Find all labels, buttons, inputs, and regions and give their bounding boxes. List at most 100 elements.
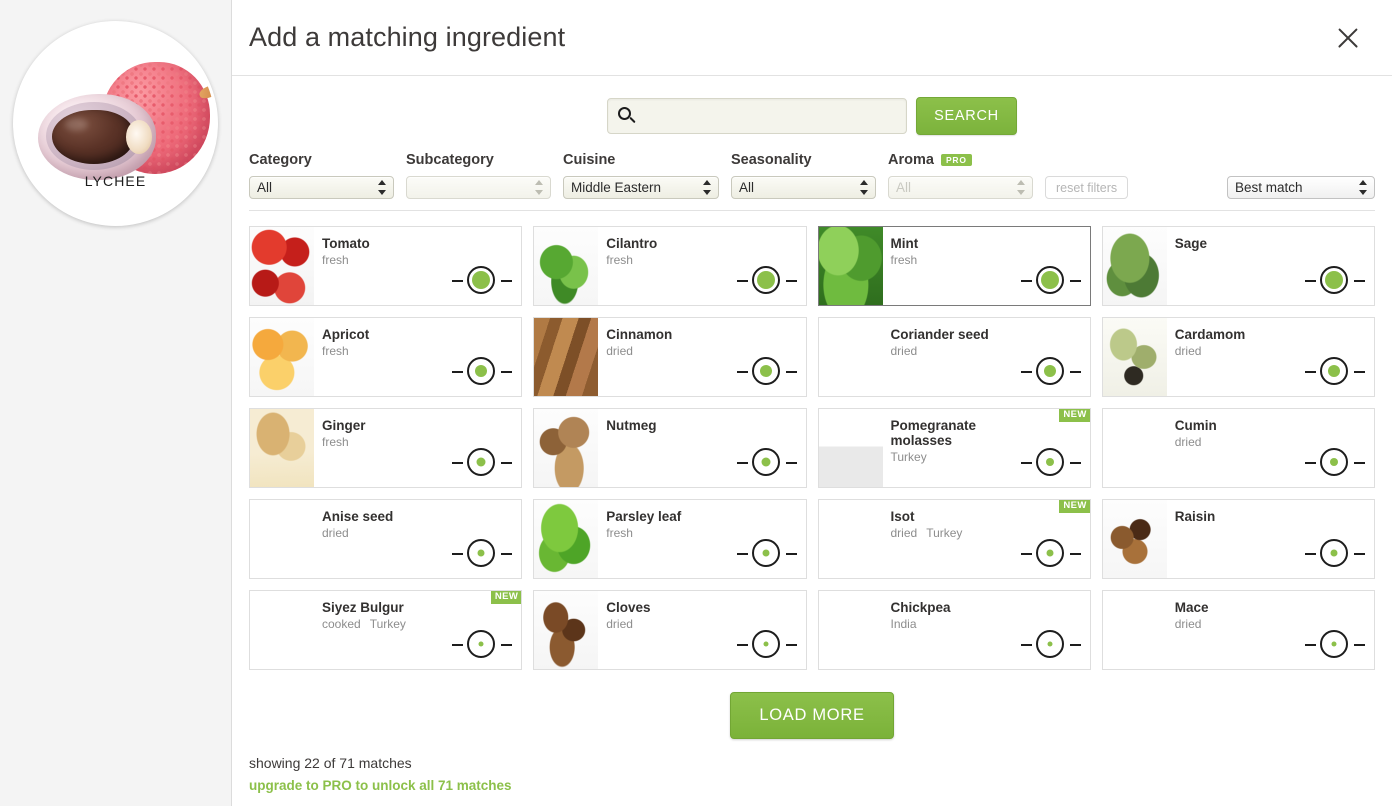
upgrade-to-pro-link[interactable]: upgrade to PRO to unlock all 71 matches xyxy=(249,778,1375,793)
cuisine-select[interactable]: Middle Eastern xyxy=(563,176,719,199)
ingredient-name: Siyez Bulgur xyxy=(322,600,404,615)
ingredient-card[interactable]: Raisin xyxy=(1101,499,1375,579)
ingredient-card[interactable]: Siyez Bulgur cooked Turkey NEW xyxy=(249,590,523,670)
ingredient-card[interactable]: Mace dried xyxy=(1101,590,1375,670)
ingredient-name: Cumin xyxy=(1174,418,1217,433)
meter-ring-icon xyxy=(467,539,496,567)
search-box[interactable] xyxy=(607,98,908,134)
filter-cuisine: Cuisine Middle Eastern xyxy=(563,151,719,199)
ingredient-name: Parsley leaf xyxy=(606,509,682,524)
sort-select[interactable]: Best match xyxy=(1227,176,1375,199)
match-strength-meter xyxy=(736,266,797,296)
meter-left-tick xyxy=(1305,462,1316,464)
meter-left-tick xyxy=(452,462,464,464)
results-footer: LOAD MORE showing 22 of 71 matches upgra… xyxy=(249,670,1375,793)
ingredient-card[interactable]: Mint fresh xyxy=(817,226,1091,306)
match-strength-meter xyxy=(1305,539,1365,569)
search-input[interactable] xyxy=(637,100,907,132)
ingredient-card[interactable]: Cumin dried xyxy=(1101,408,1375,488)
ingredient-card-body: Mace dried xyxy=(1167,591,1374,669)
ingredient-subtitle-part: Turkey xyxy=(369,617,406,631)
search-button[interactable]: SEARCH xyxy=(916,97,1017,135)
ingredient-subtitle-part: fresh xyxy=(322,435,349,449)
ingredient-subtitle: fresh xyxy=(891,253,1082,267)
ingredient-card-body: Cilantro fresh xyxy=(598,227,805,305)
ingredient-subtitle-part: dried xyxy=(890,526,918,540)
ingredient-card-body: Tomato fresh xyxy=(314,227,521,305)
meter-dot-icon xyxy=(761,457,770,467)
match-strength-meter xyxy=(1305,266,1365,296)
ingredient-thumbnail-corianderseed xyxy=(819,318,883,396)
ingredient-card[interactable]: Cilantro fresh xyxy=(533,226,807,306)
ingredient-card[interactable]: Cinnamon dried xyxy=(533,317,807,397)
match-strength-meter xyxy=(452,630,513,660)
search-icon xyxy=(617,106,637,126)
meter-dot-icon xyxy=(1331,641,1337,647)
ingredient-card[interactable]: Cardamom dried xyxy=(1101,317,1375,397)
hero-ingredient-label: LYCHEE xyxy=(84,173,147,189)
ingredient-card[interactable]: Apricot fresh xyxy=(249,317,523,397)
subcategory-select[interactable] xyxy=(406,176,551,199)
ingredient-subtitle: fresh xyxy=(322,435,513,449)
ingredient-name: Ginger xyxy=(322,418,366,433)
ingredient-card[interactable]: Chickpea India xyxy=(817,590,1091,670)
meter-right-tick xyxy=(501,371,513,373)
ingredient-thumbnail-mint xyxy=(818,227,883,305)
match-strength-meter xyxy=(1305,357,1365,387)
ingredient-name: Mint xyxy=(890,236,919,251)
ingredient-subtitle-part: fresh xyxy=(322,253,349,267)
ingredient-subtitle: fresh xyxy=(322,344,513,358)
ingredient-card[interactable]: Anise seed dried xyxy=(249,499,523,579)
page-title: Add a matching ingredient xyxy=(249,22,566,52)
results-count: showing 22 of 71 matches xyxy=(249,755,412,771)
meter-left-tick xyxy=(1305,644,1316,646)
ingredient-subtitle-part: dried xyxy=(606,344,633,358)
match-strength-meter xyxy=(1305,448,1365,478)
meter-ring-icon xyxy=(1320,266,1348,294)
meter-dot-icon xyxy=(756,271,775,289)
ingredient-card[interactable]: Pomegranate molasses Turkey NEW xyxy=(817,408,1091,488)
meter-left-tick xyxy=(452,644,464,646)
ingredient-card[interactable]: Coriander seed dried xyxy=(817,317,1091,397)
meter-ring-icon xyxy=(1035,448,1064,476)
meter-left-tick xyxy=(736,553,748,555)
filter-seasonality: Seasonality All xyxy=(731,151,876,199)
ingredient-thumbnail-ginger xyxy=(250,409,314,487)
ingredient-card[interactable]: Sage xyxy=(1101,226,1375,306)
meter-right-tick xyxy=(1354,462,1365,464)
ingredient-card[interactable]: Cloves dried xyxy=(533,590,807,670)
close-icon[interactable] xyxy=(1328,18,1368,58)
ingredient-card[interactable]: Ginger fresh xyxy=(249,408,523,488)
load-more-button[interactable]: LOAD MORE xyxy=(730,692,894,739)
ingredient-name: Chickpea xyxy=(890,600,951,615)
ingredient-card[interactable]: Isot dried Turkey NEW xyxy=(817,499,1091,579)
meter-right-tick xyxy=(785,462,797,464)
meter-ring-icon xyxy=(467,448,496,476)
ingredient-subtitle-part: Turkey xyxy=(890,450,927,464)
meter-dot-icon xyxy=(1043,365,1056,377)
seasonality-select[interactable]: All xyxy=(731,176,876,199)
meter-ring-icon xyxy=(1320,357,1348,385)
meter-left-tick xyxy=(1020,462,1032,464)
ingredient-subtitle: dried xyxy=(1175,617,1366,631)
ingredient-subtitle: dried Turkey xyxy=(891,526,1082,540)
ingredient-name: Cloves xyxy=(606,600,651,615)
aroma-select[interactable]: All xyxy=(888,176,1033,199)
ingredient-subtitle-part: fresh xyxy=(606,253,633,267)
ingredient-subtitle-part: dried xyxy=(1174,435,1202,449)
ingredient-subtitle: dried xyxy=(1175,344,1366,358)
ingredient-card-body: Nutmeg xyxy=(598,409,805,487)
ingredient-card[interactable]: Tomato fresh xyxy=(249,226,523,306)
match-strength-meter xyxy=(1020,448,1081,478)
ingredient-card-body: Pomegranate molasses Turkey NEW xyxy=(883,409,1090,487)
meter-ring-icon xyxy=(1035,630,1064,658)
reset-filters-button[interactable]: reset filters xyxy=(1045,176,1129,199)
ingredient-card[interactable]: Nutmeg xyxy=(533,408,807,488)
meter-dot-icon xyxy=(1330,458,1338,466)
meter-dot-icon xyxy=(478,641,484,647)
meter-ring-icon xyxy=(467,266,496,294)
ingredient-card[interactable]: Parsley leaf fresh xyxy=(533,499,807,579)
category-select[interactable]: All xyxy=(249,176,394,199)
meter-right-tick xyxy=(1069,371,1081,373)
meter-right-tick xyxy=(501,462,513,464)
